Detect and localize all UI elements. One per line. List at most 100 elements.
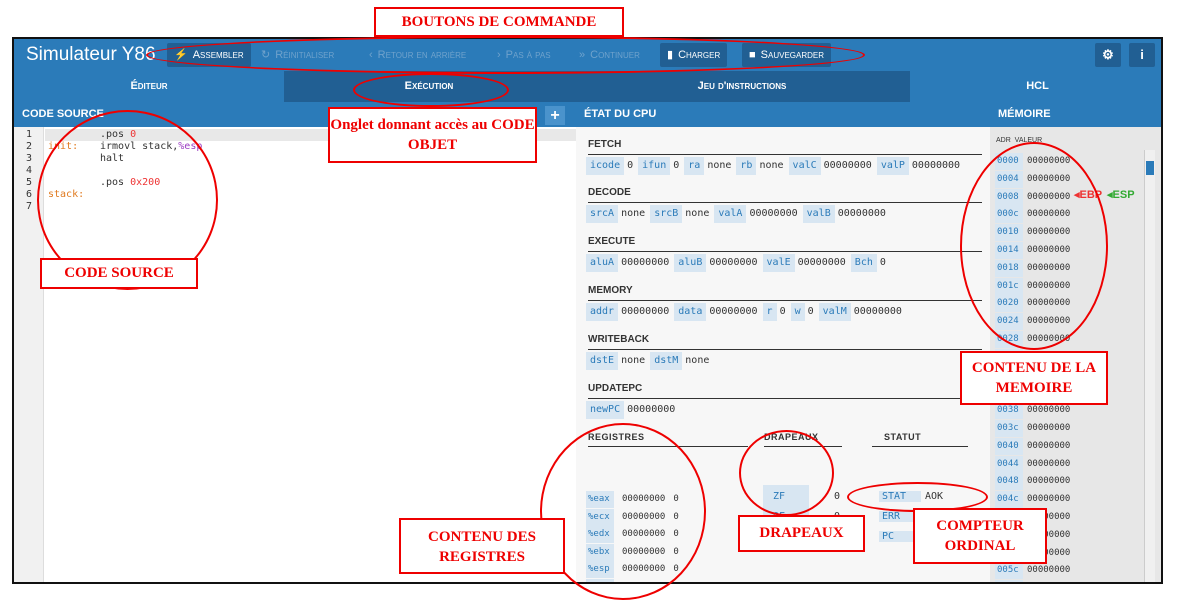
memory-field-value: 00000000 [709, 306, 758, 317]
tab-editor[interactable]: Éditeur [14, 71, 284, 102]
execute-field-name: aluA [586, 254, 619, 272]
writeback-row: dstE none dstM none [586, 352, 714, 370]
memory-field-name: r [762, 303, 777, 321]
memory-annotation: CONTENU DE LA MEMOIRE [960, 351, 1108, 405]
decode-field-name: valA [714, 205, 747, 223]
memory-value: 00000000 [1027, 494, 1071, 505]
decode-field-value: none [685, 208, 710, 219]
source-annotation: CODE SOURCE [40, 258, 198, 289]
memory-address: 0044 [995, 455, 1023, 473]
execution-tab-ellipse [353, 73, 509, 107]
memory-address: 0060 [995, 580, 1023, 582]
fetch-field-value: 0 [627, 160, 634, 171]
execute-field-name: valE [762, 254, 795, 272]
decode-title: DECODE [588, 185, 982, 203]
execute-field-value: 00000000 [621, 257, 670, 268]
fetch-field-value: 0 [673, 160, 680, 171]
memory-scrollbar[interactable] [1144, 150, 1155, 582]
execute-field-value: 0 [879, 257, 886, 268]
memory-row: 0048 00000000 [995, 473, 1071, 491]
app-title: Simulateur Y86 [26, 44, 156, 65]
decode-field-name: valB [802, 205, 835, 223]
memory-row: 0040 00000000 [995, 437, 1071, 455]
status-title: STATUT [872, 432, 968, 447]
execute-field-value: 00000000 [709, 257, 758, 268]
memory-value: 00000000 [1027, 458, 1071, 469]
memory-row: addr 00000000 data 00000000 r 0 w 0 valM 00000000 [586, 303, 907, 321]
decode-row: srcA none srcB none valA 00000000 valB 00000000 [586, 205, 891, 223]
memory-field-name: valM [818, 303, 851, 321]
writeback-field-name: dstE [586, 352, 619, 370]
flags-annotation: DRAPEAUX [738, 515, 865, 552]
memory-address: 003c [995, 420, 1023, 437]
fetch-field-value: 00000000 [911, 160, 961, 171]
memory-field-value: 0 [807, 306, 814, 317]
commands-ellipse [146, 36, 865, 74]
register-bit: 0 [673, 582, 678, 583]
decode-field-value: 00000000 [837, 208, 886, 219]
memory-value: 00000000 [1027, 565, 1071, 576]
object-tab-annotation: Onglet donnant accès au CODE OBJET [328, 107, 537, 163]
memory-row: 0044 00000000 [995, 455, 1071, 473]
memory-address: 005c [995, 562, 1023, 580]
scrollbar-thumb[interactable] [1146, 161, 1154, 175]
execute-title: EXECUTE [588, 234, 982, 252]
decode-field-value: 00000000 [749, 208, 798, 219]
memory-row: 005c 00000000 [995, 562, 1071, 580]
memory-field-name: data [674, 303, 707, 321]
gear-icon[interactable]: ⚙ [1095, 43, 1121, 67]
fetch-field-name: ra [684, 157, 705, 175]
decode-field-name: srcB [650, 205, 683, 223]
updatepc-row: newPC 00000000 [586, 401, 680, 419]
memory-field-value: 0 [779, 306, 786, 317]
memory-value: 00000000 [1027, 476, 1071, 487]
fetch-field-value: 00000000 [823, 160, 872, 171]
tab-hcl[interactable]: HCL [910, 71, 1161, 102]
memory-row: 003c 00000000 [995, 420, 1070, 437]
esp-pointer: ◂ESP [1107, 189, 1135, 201]
memory-row: 004c 00000000 [995, 491, 1071, 509]
writeback-field-name: dstM [650, 352, 683, 370]
writeback-field-value: none [685, 355, 710, 366]
fetch-field-name: valC [788, 157, 821, 175]
decode-field-value: none [621, 208, 646, 219]
memory-field-name: addr [586, 303, 619, 321]
memory-ellipse [960, 142, 1108, 350]
commands-annotation: BOUTONS DE COMMANDE [374, 7, 624, 37]
writeback-title: WRITEBACK [588, 332, 982, 350]
info-icon[interactable]: i [1129, 43, 1155, 67]
memory-stage-title: MEMORY [588, 283, 982, 301]
flags-ellipse [739, 430, 834, 516]
fetch-field-name: rb [736, 157, 757, 175]
memory-field-name: w [790, 303, 805, 321]
memory-address: 0048 [995, 473, 1023, 491]
fetch-field-value: none [707, 160, 732, 171]
add-icon[interactable]: + [545, 106, 565, 125]
line-number: 1 [26, 129, 33, 140]
registers-annotation: CONTENU DES REGISTRES [399, 518, 565, 574]
line-number: 2 [26, 141, 33, 152]
fetch-field-name: valP [876, 157, 909, 175]
fetch-field-value: none [759, 160, 784, 171]
execute-field-name: aluB [674, 254, 707, 272]
memory-address: 0040 [995, 437, 1023, 455]
fetch-title: FETCH [588, 137, 982, 155]
fetch-field-name: icode [586, 157, 625, 175]
memory-field-value: 00000000 [621, 306, 670, 317]
memory-field-value: 00000000 [853, 306, 902, 317]
updatepc-field-name: newPC [586, 401, 625, 419]
updatepc-title: UPDATEPC [588, 381, 982, 399]
tab-bar: Éditeur Exécution Jeu d'instructions HCL [14, 71, 1161, 102]
execute-row: aluA 00000000 aluB 00000000 valE 00000000 Bch 0 [586, 254, 891, 272]
pc-annotation: COMPTEUR ORDINAL [913, 508, 1047, 564]
tab-instruction-set[interactable]: Jeu d'instructions [574, 71, 910, 102]
memory-value: 00000000 [1027, 423, 1071, 433]
flag-value: 0 [834, 491, 841, 502]
execute-field-name: Bch [850, 254, 877, 272]
memory-value: 00000000 [1027, 440, 1071, 451]
memory-value: 00000000 [1027, 583, 1070, 584]
writeback-field-value: none [621, 355, 646, 366]
memory-address: 004c [995, 491, 1023, 509]
fetch-row: icode 0 ifun 0 ra none rb none valC 00000000 valP 0… [586, 157, 965, 175]
execute-field-value: 00000000 [797, 257, 846, 268]
